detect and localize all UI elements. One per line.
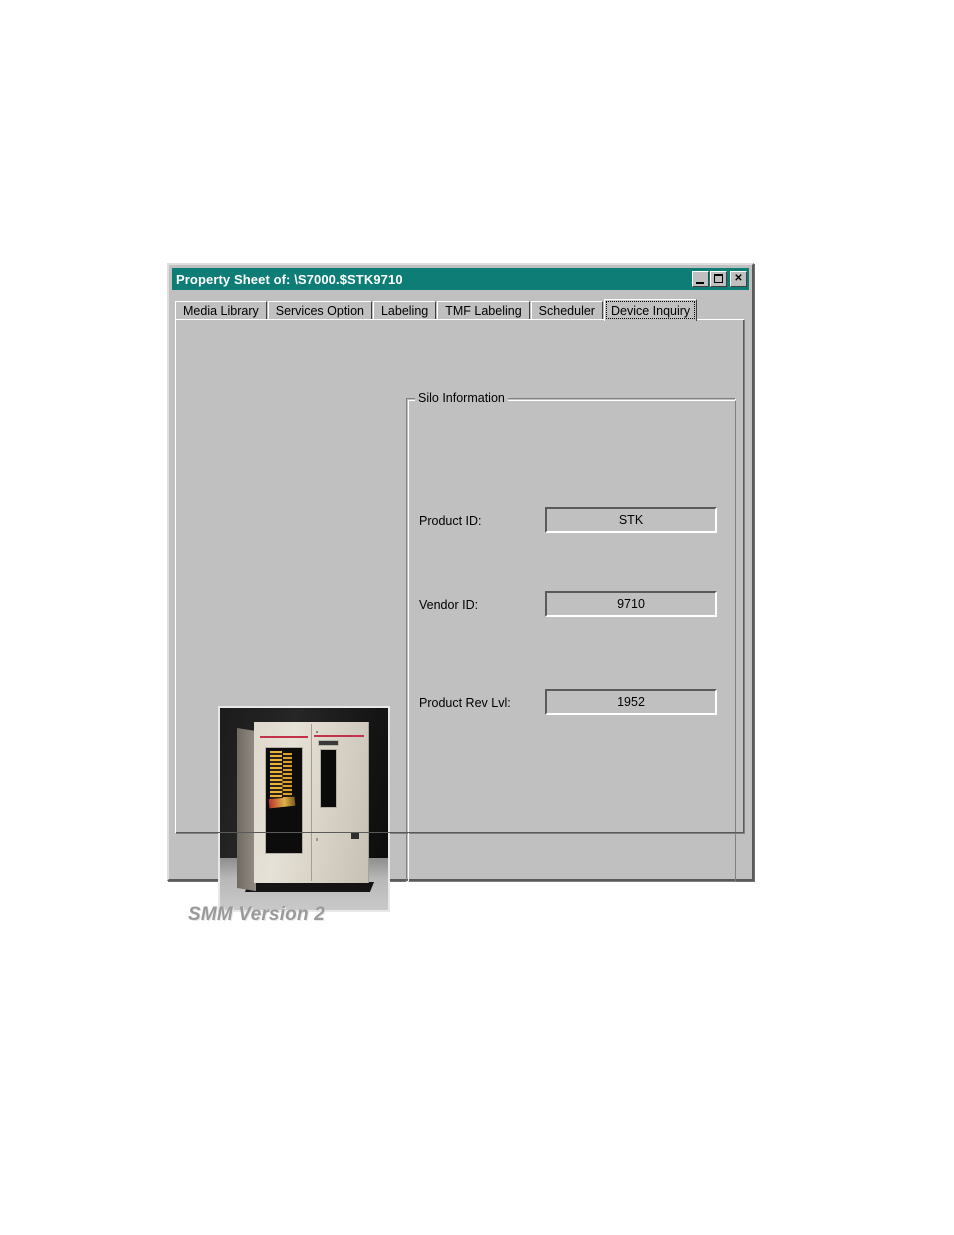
tab-strip: Media Library Services Option Labeling T… — [175, 299, 698, 321]
version-label: SMM Version 2 — [188, 904, 326, 925]
cabinet-indicator-dot — [316, 731, 318, 733]
title-bar: Property Sheet of: \S7000.$STK9710 ✕ — [172, 268, 749, 290]
window-title: Property Sheet of: \S7000.$STK9710 — [176, 271, 403, 287]
close-icon: ✕ — [734, 273, 743, 284]
field-row-product-rev-lvl: Product Rev Lvl: 1952 — [407, 689, 737, 715]
tab-labeling[interactable]: Labeling — [372, 301, 437, 320]
cabinet-window-left — [265, 747, 303, 854]
cabinet-stripe-right — [314, 735, 364, 737]
silo-photo-image — [220, 708, 388, 910]
label-product-id: Product ID: — [419, 514, 482, 528]
groupbox-inner-bevel — [408, 400, 736, 882]
field-row-vendor-id: Vendor ID: 9710 — [407, 591, 737, 617]
cabinet-window-right — [320, 749, 337, 808]
cabinet-cap-slot — [318, 740, 339, 746]
tape-cartridge-column-1 — [270, 751, 282, 805]
tape-cartridge-column-2 — [283, 753, 292, 801]
property-sheet-dialog: Property Sheet of: \S7000.$STK9710 ✕ Med… — [167, 263, 754, 925]
silo-photo-frame — [218, 706, 390, 912]
tab-page-device-inquiry: Silo Information Product ID: STK Vendor … — [175, 319, 745, 925]
tab-tmf-labeling[interactable]: TMF Labeling — [437, 301, 530, 320]
maximize-icon — [714, 274, 723, 283]
value-product-id[interactable]: STK — [545, 507, 717, 533]
silo-cabinet — [237, 722, 375, 892]
cabinet-door-handle — [316, 838, 318, 841]
cabinet-stripe-left — [260, 736, 308, 738]
close-button[interactable]: ✕ — [730, 271, 747, 287]
cabinet-door-seam — [311, 724, 312, 881]
robot-arm — [268, 796, 296, 809]
value-vendor-id[interactable]: 9710 — [545, 591, 717, 617]
minimize-icon — [696, 282, 704, 284]
maximize-button[interactable] — [710, 271, 727, 287]
tab-scheduler[interactable]: Scheduler — [530, 301, 603, 320]
value-product-rev-lvl[interactable]: 1952 — [545, 689, 717, 715]
tab-device-inquiry[interactable]: Device Inquiry — [603, 299, 698, 321]
cabinet-service-panel — [351, 832, 359, 839]
tab-services-option[interactable]: Services Option — [267, 301, 372, 320]
groupbox-title: Silo Information — [415, 391, 508, 405]
silo-information-groupbox: Silo Information Product ID: STK Vendor … — [406, 391, 737, 882]
cabinet-base-shadow — [244, 882, 375, 892]
field-row-product-id: Product ID: STK — [407, 507, 737, 533]
tab-media-library[interactable]: Media Library — [175, 301, 267, 320]
label-product-rev-lvl: Product Rev Lvl: — [419, 696, 511, 710]
window-controls: ✕ — [692, 271, 747, 287]
minimize-button[interactable] — [692, 271, 709, 287]
label-vendor-id: Vendor ID: — [419, 598, 479, 612]
cabinet-front-panel — [254, 722, 369, 883]
